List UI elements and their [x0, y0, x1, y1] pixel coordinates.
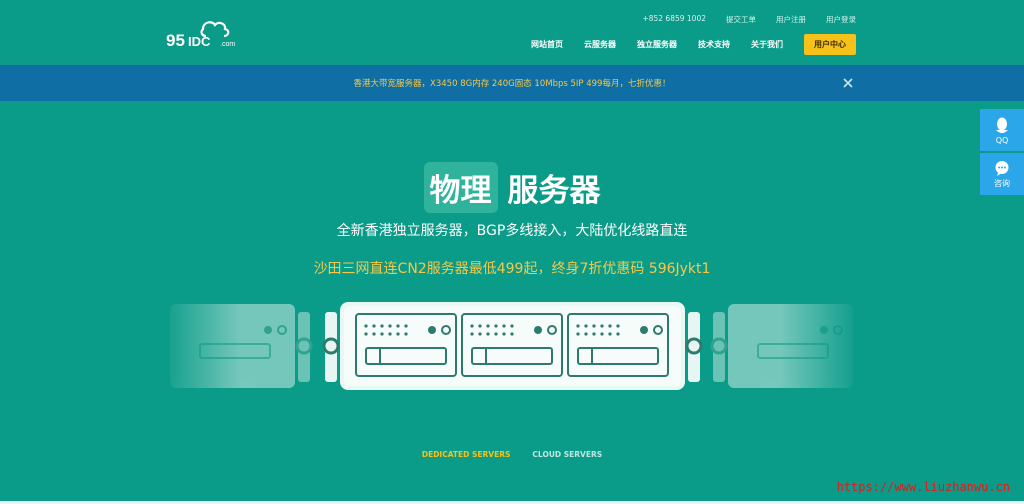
user-center-button[interactable]: 用户中心 [804, 34, 856, 55]
header: 95 IDC .com +852 6859 1002 提交工单 用户注册 用户登… [0, 0, 1024, 65]
qq-icon [996, 117, 1008, 133]
banner-text[interactable]: 香港大带宽服务器，X3450 8G内存 240G固态 10Mbps 5IP 49… [354, 77, 671, 89]
server-tabs: DEDICATED SERVERS CLOUD SERVERS [0, 450, 1024, 459]
top-links: +852 6859 1002 提交工单 用户注册 用户登录 [642, 14, 856, 25]
side-qq-label: QQ [995, 135, 1009, 145]
submit-ticket-link[interactable]: 提交工单 [726, 14, 756, 25]
hero-title-rest: 服务器 [507, 173, 601, 209]
hero-subtitle: 全新香港独立服务器，BGP多线接入，大陆优化线路直连 [336, 223, 688, 239]
nav-home[interactable]: 网站首页 [531, 39, 563, 50]
svg-text:.com: .com [220, 41, 235, 48]
svg-text:95: 95 [166, 31, 185, 50]
phone-text: +852 6859 1002 [642, 14, 706, 23]
watermark-text: https://www.liuzhanwu.cn [836, 480, 1010, 494]
login-link[interactable]: 用户登录 [826, 14, 856, 25]
tab-dedicated-servers[interactable]: DEDICATED SERVERS [422, 450, 511, 459]
hero-promo: 沙田三网直连CN2服务器最低499起，终身7折优惠码 596Jykt1 [313, 261, 711, 277]
hero-title: 物理 服务器 [0, 162, 1024, 213]
promo-banner: 香港大带宽服务器，X3450 8G内存 240G固态 10Mbps 5IP 49… [0, 65, 1024, 101]
nav-about[interactable]: 关于我们 [751, 39, 783, 50]
logo[interactable]: 95 IDC .com [166, 14, 246, 52]
close-icon[interactable] [840, 74, 856, 92]
server-illustration [160, 296, 860, 396]
tab-cloud-servers[interactable]: CLOUD SERVERS [532, 450, 602, 459]
nav-dedicated-server[interactable]: 独立服务器 [637, 39, 677, 50]
nav-cloud-server[interactable]: 云服务器 [584, 39, 616, 50]
nav-support[interactable]: 技术支持 [698, 39, 730, 50]
main-nav: 网站首页 云服务器 独立服务器 技术支持 关于我们 用户中心 [531, 34, 856, 55]
side-qq-button[interactable]: QQ [980, 109, 1024, 151]
register-link[interactable]: 用户注册 [776, 14, 806, 25]
svg-text:IDC: IDC [188, 34, 211, 49]
hero-title-highlight: 物理 [423, 162, 498, 213]
